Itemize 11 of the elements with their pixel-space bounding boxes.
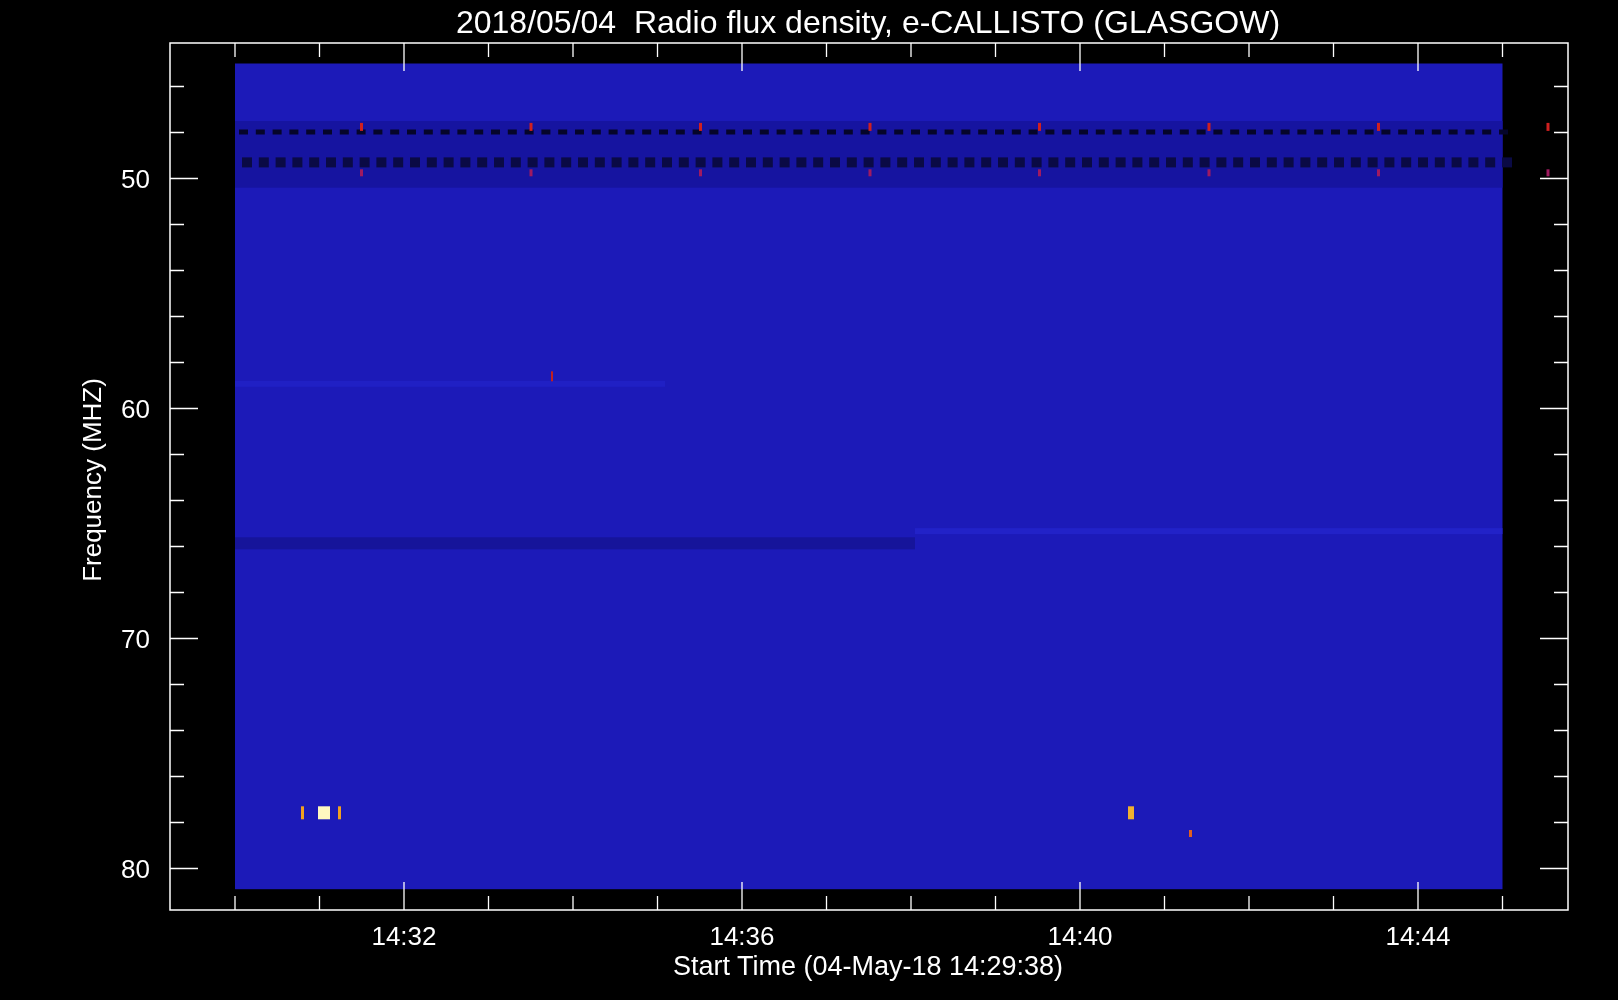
y-tick-label: 50 <box>121 163 150 194</box>
y-tick-label: 80 <box>121 853 150 884</box>
y-axis-label: Frequency (MHZ) <box>77 378 107 582</box>
x-axis-label: Start Time (04-May-18 14:29:38) <box>672 951 1064 981</box>
y-tick-label: 60 <box>121 393 150 424</box>
x-tick-label: 14:44 <box>1385 921 1451 951</box>
x-tick-label: 14:40 <box>1047 921 1113 951</box>
x-tick-label: 14:32 <box>371 921 437 951</box>
chart-title: 2018/05/04 Radio flux density, e-CALLISTO (GLASGOW) <box>455 4 1281 40</box>
x-tick-label: 14:36 <box>709 921 775 951</box>
y-tick-label: 70 <box>121 623 150 654</box>
